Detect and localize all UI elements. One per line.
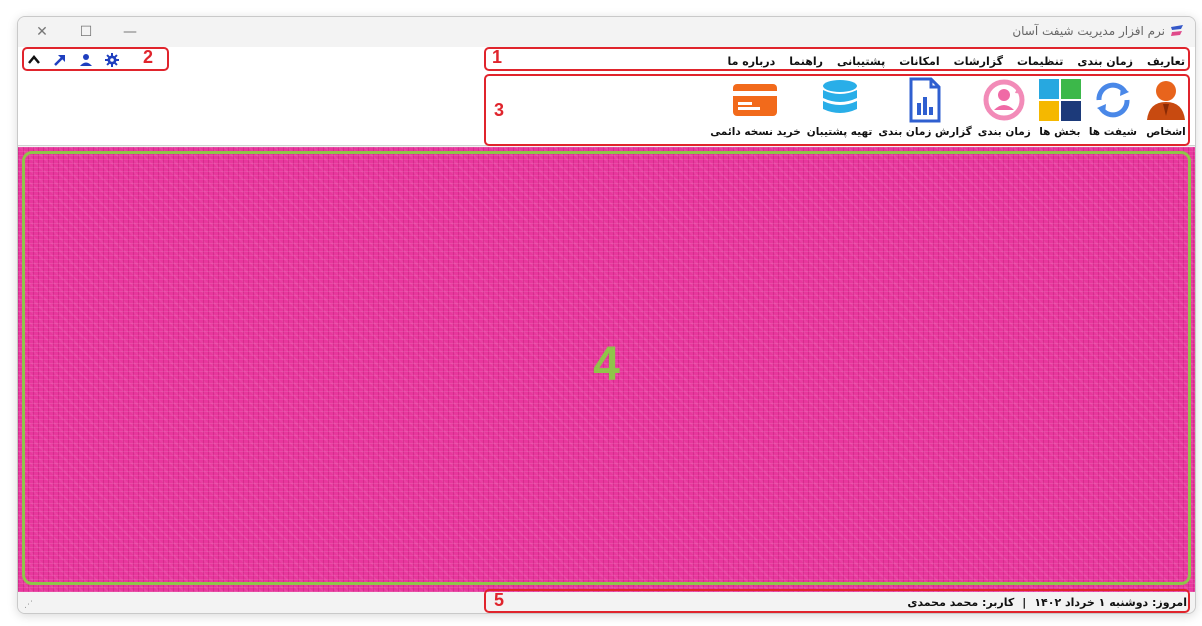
app-logo-icon — [1171, 25, 1183, 36]
app-title-text: نرم افزار مدیریت شیفت آسان — [1012, 24, 1165, 38]
annotation-number-3: 3 — [494, 100, 505, 120]
maximize-button[interactable]: ☐ — [64, 17, 108, 47]
annotation-box-5 — [484, 589, 1190, 613]
annotation-number-4: 4 — [593, 338, 620, 391]
close-button[interactable]: ✕ — [20, 17, 64, 47]
minimize-button[interactable]: — — [108, 17, 152, 47]
annotation-number-1: 1 — [492, 47, 503, 67]
annotation-box-1 — [484, 47, 1190, 71]
title-bar: ✕ ☐ — نرم افزار مدیریت شیفت آسان — [18, 17, 1195, 47]
annotation-number-2: 2 — [143, 47, 154, 67]
resize-grip-icon[interactable]: ⋰ — [24, 600, 33, 610]
annotation-number-5: 5 — [494, 590, 505, 610]
main-workspace: 4 — [18, 147, 1195, 592]
app-title: نرم افزار مدیریت شیفت آسان — [1012, 24, 1185, 38]
annotation-box-3 — [484, 74, 1190, 146]
